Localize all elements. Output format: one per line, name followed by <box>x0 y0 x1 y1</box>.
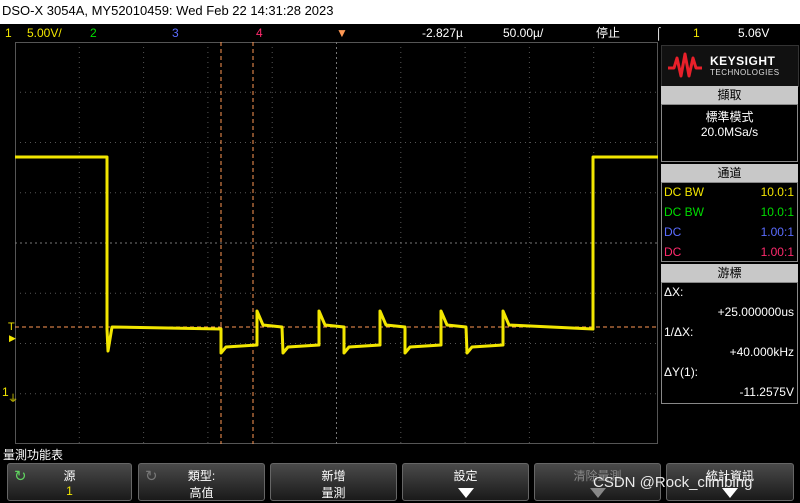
acquire-section: 標準模式 20.0MSa/s <box>661 104 798 162</box>
settings-label: 設定 <box>453 469 478 483</box>
type-value: 高值 <box>189 486 214 500</box>
ch2-number[interactable]: 2 <box>90 24 97 42</box>
trigger-level-marker[interactable]: T <box>8 321 15 333</box>
trigger-channel[interactable]: 1 <box>693 24 700 42</box>
title-bar: DSO-X 3054A, MY52010459: Wed Feb 22 14:3… <box>0 0 800 24</box>
ch1-number[interactable]: 1 <box>5 24 12 42</box>
ch1-probe-ratio: 10.0:1 <box>760 185 794 199</box>
add-measurement-line1: 新增 <box>321 469 346 483</box>
settings-softkey[interactable]: 設定 <box>402 463 529 501</box>
source-label: 源 <box>63 469 76 483</box>
add-measurement-line2: 量測 <box>321 486 346 500</box>
trigger-level[interactable]: 5.06V <box>738 24 769 42</box>
delta-x-label: ΔX: <box>664 285 684 299</box>
inverse-delta-x-label: 1/ΔX: <box>664 325 694 339</box>
submenu-arrow-icon <box>457 488 474 498</box>
ground-icon: ⏚ <box>8 394 18 405</box>
brand-name: KEYSIGHT <box>710 54 776 68</box>
ch3-number[interactable]: 3 <box>172 24 179 42</box>
time-offset[interactable]: -2.827µ <box>422 24 463 42</box>
brand-sub: TECHNOLOGIES <box>710 68 780 77</box>
time-scale[interactable]: 50.00µ/ <box>503 24 543 42</box>
ch3-coupling: DC <box>664 225 682 239</box>
status-bar: 1 5.00V/ 2 3 4 ▼ -2.827µ 50.00µ/ 停止 ⌠ 1 … <box>0 24 800 42</box>
channel-header[interactable]: 通道 <box>661 164 798 182</box>
ch3-probe-ratio: 1.00:1 <box>760 225 794 239</box>
measure-menu-label: 量測功能表 <box>3 448 64 462</box>
type-softkey[interactable]: ↻ 類型: 高值 <box>138 463 265 501</box>
waveform-svg <box>15 42 658 444</box>
channel-section: DC BW 10.0:1 DC BW 10.0:1 DC 1.00:1 DC 1… <box>661 182 798 262</box>
acquire-mode: 標準模式 <box>705 110 754 124</box>
trigger-level-arrow-icon: ▶ <box>9 333 16 343</box>
type-label: 類型: <box>187 469 216 483</box>
ch1-scale[interactable]: 5.00V/ <box>27 24 62 42</box>
ch2-coupling: DC BW <box>664 205 704 219</box>
trigger-position-marker: ▼ <box>336 26 348 40</box>
delta-x-value: +25.000000us <box>717 305 794 319</box>
delta-y-label: ΔY(1): <box>664 365 699 379</box>
ch4-coupling: DC <box>664 245 682 259</box>
trigger-edge-icon: ⌠ <box>655 26 663 40</box>
cursor-header[interactable]: 游標 <box>661 264 798 282</box>
cursor-section: ΔX: +25.000000us 1/ΔX: +40.000kHz ΔY(1):… <box>661 282 798 404</box>
sample-rate: 20.0MSa/s <box>700 125 759 139</box>
ch2-probe-ratio: 10.0:1 <box>760 205 794 219</box>
title-text: DSO-X 3054A, MY52010459: Wed Feb 22 14:3… <box>2 3 334 18</box>
ch1-coupling: DC BW <box>664 185 704 199</box>
graticule <box>15 42 658 444</box>
ch4-probe-ratio: 1.00:1 <box>760 245 794 259</box>
source-softkey[interactable]: ↻ 源 1 <box>7 463 132 501</box>
delta-y-value: -11.2575V <box>739 385 795 399</box>
keysight-logo: KEYSIGHT TECHNOLOGIES <box>661 45 799 87</box>
waveform-display[interactable] <box>15 42 658 444</box>
run-state[interactable]: 停止 <box>596 24 620 42</box>
keysight-wave-icon <box>668 52 702 78</box>
watermark: CSDN @Rock_climbing <box>593 474 753 491</box>
inverse-delta-x-value: +40.000kHz <box>729 345 794 359</box>
acquire-header[interactable]: 擷取 <box>661 86 798 104</box>
add-measurement-softkey[interactable]: 新增 量測 <box>270 463 397 501</box>
ch4-number[interactable]: 4 <box>256 24 263 42</box>
source-value: 1 <box>66 484 73 498</box>
